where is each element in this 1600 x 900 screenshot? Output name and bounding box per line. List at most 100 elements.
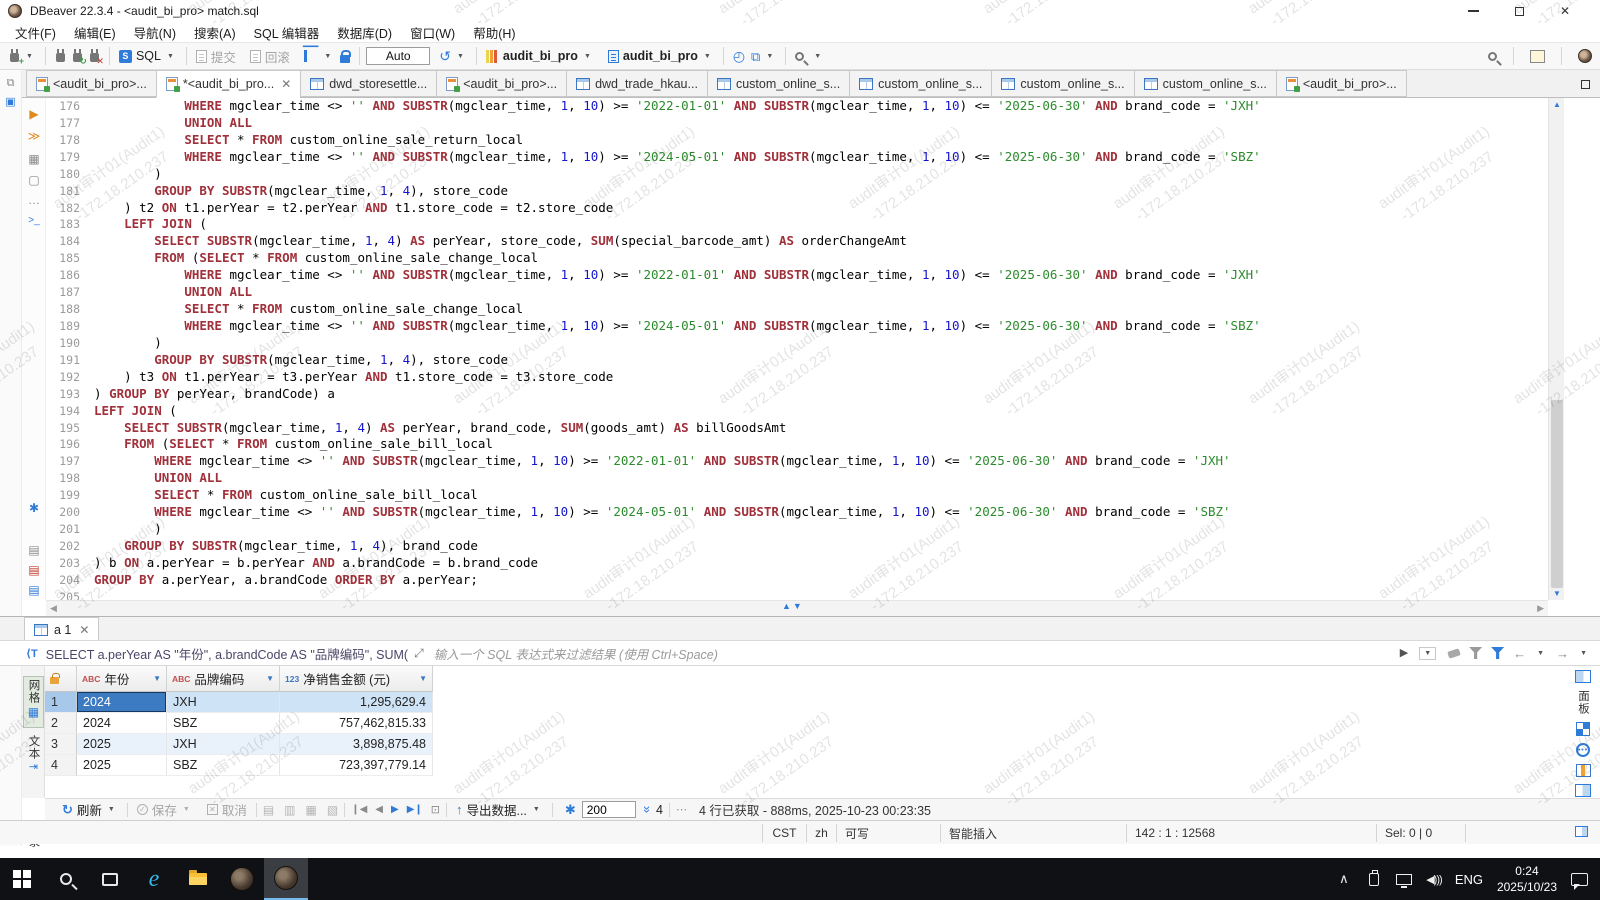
grid-cell[interactable]: 757,462,815.33 [280,713,433,734]
editor-tab[interactable]: dwd_storesettle... [300,70,436,97]
text-presentation-button[interactable]: 文本 ⇥ [23,733,44,781]
execute-statement-icon[interactable]: ▶ [22,108,46,120]
row-number-cell[interactable]: 2 [45,713,77,734]
file-explorer-icon[interactable] [176,858,220,900]
editor-tab[interactable]: *<audit_bi_pro...✕ [156,70,300,98]
task-view-icon[interactable] [88,858,132,900]
internet-explorer-icon[interactable]: e [132,858,176,900]
result-set-tab[interactable]: a 1 ✕ [24,617,99,641]
row-number-header[interactable] [45,666,77,692]
close-icon[interactable]: ✕ [79,623,89,637]
script-file-icon[interactable]: ▤ [22,544,46,556]
reconnect-button[interactable]: ↻ [69,49,86,63]
references-panel-icon[interactable] [1575,784,1591,797]
grid-cell[interactable]: 723,397,779.14 [280,755,433,776]
row-number-cell[interactable]: 3 [45,734,77,755]
column-header[interactable]: ABC年份▼ [77,666,167,692]
cancel-button[interactable]: ✕取消 [204,800,250,819]
remove-filter-icon[interactable] [1469,647,1482,659]
grid-cell[interactable]: SBZ [167,713,280,734]
open-console-icon[interactable]: >_ [22,216,46,226]
settings-gear-icon[interactable]: ✱ [22,502,46,514]
column-header[interactable]: ABC品牌编码▼ [167,666,280,692]
er-diagram-button[interactable]: ⧉▼ [748,50,779,63]
editor-tab[interactable]: <audit_bi_pro>... [436,70,566,97]
transaction-mode-combo[interactable]: Auto [366,47,430,65]
result-settings-gear-icon[interactable]: ✱ [565,803,576,816]
commit-button[interactable]: 提交 [193,47,239,66]
grid-cell[interactable]: 2024 [77,713,167,734]
action-center-icon[interactable] [1571,873,1588,886]
sash-collapse-icons[interactable]: ▲▼ [782,601,804,611]
explain-plan-icon[interactable]: ▦ [22,153,46,165]
apply-filter-icon[interactable]: ▶ [1400,648,1408,659]
save-button[interactable]: ✓保存▼ [134,800,196,819]
grid-cell[interactable]: 2025 [77,755,167,776]
grid-presentation-button[interactable]: 网格 ▦ [23,676,44,728]
statusbar-item[interactable]: 可写 [836,824,940,842]
statusbar-item[interactable]: 142 : 1 : 12568 [1126,824,1246,842]
refresh-button[interactable]: ↻刷新▼ [59,800,121,819]
clear-filter-icon[interactable] [1447,648,1461,658]
delete-row-icon[interactable]: ▦ [306,803,317,817]
analyze-icon[interactable]: ▢ [22,174,46,186]
editor-tab[interactable]: custom_online_s... [1134,70,1276,97]
language-indicator[interactable]: ENG [1449,858,1489,900]
value-viewer-icon[interactable] [1576,722,1590,736]
menu-item[interactable]: 窗口(W) [401,23,464,42]
tray-chevron-icon[interactable]: ∧ [1329,858,1359,900]
window-minimize-button[interactable] [1450,0,1496,22]
editor-tab[interactable]: <audit_bi_pro>... [1276,70,1407,97]
first-row-icon[interactable]: ❙◀ [351,804,367,815]
perspective-icon[interactable] [1530,50,1545,63]
menu-item[interactable]: 帮助(H) [464,23,524,42]
grid-cell[interactable]: 3,898,875.48 [280,734,433,755]
network-tray-icon[interactable] [1389,858,1419,900]
transaction-log-button[interactable]: ▔▔▼ [301,50,337,62]
app-icon-1[interactable] [220,858,264,900]
editor-tab[interactable]: custom_online_s... [707,70,849,97]
menu-item[interactable]: 文件(F) [6,23,65,42]
taskbar-search-icon[interactable] [44,858,88,900]
dashboard-button[interactable]: ◴ [730,49,748,63]
menu-item[interactable]: 编辑(E) [65,23,125,42]
previous-row-icon[interactable]: ◀ [375,804,383,815]
custom-filter-icon[interactable] [1491,647,1504,659]
grid-cell[interactable]: JXH [167,692,280,713]
quick-search-icon[interactable] [1488,52,1497,61]
editor-tab[interactable]: custom_online_s... [991,70,1133,97]
new-connection-button[interactable]: +▼ [6,49,39,63]
metadata-panel-icon[interactable] [1576,764,1591,777]
expand-filter-icon[interactable]: ⤢ [414,646,424,661]
window-maximize-button[interactable] [1496,0,1542,22]
filter-input[interactable]: 输入一个 SQL 表达式来过滤结果 (使用 Ctrl+Space) [434,644,1400,663]
menu-item[interactable]: SQL 编辑器 [245,23,329,42]
window-close-button[interactable]: ✕ [1542,0,1588,22]
next-row-icon[interactable]: ▶ [391,804,399,815]
statusbar-item[interactable]: zh [806,824,836,842]
volume-tray-icon[interactable]: ◀))) [1419,858,1449,900]
fetch-size-input[interactable] [582,801,636,818]
row-number-cell[interactable]: 1 [45,692,77,713]
duplicate-row-icon[interactable]: ▥ [284,803,295,817]
taskbar-clock[interactable]: 0:24 2025/10/23 [1489,863,1565,895]
column-filter-dropdown-icon[interactable]: ▼ [419,674,427,683]
result-grid[interactable]: ABC年份▼ABC品牌编码▼123净销售金额 (元)▼12024JXH1,295… [45,666,1548,798]
menu-item[interactable]: 数据库(D) [328,23,401,42]
more-actions-icon[interactable]: … [22,194,46,206]
close-icon[interactable]: ✕ [281,77,291,91]
grid-cell[interactable]: 2025 [77,734,167,755]
usb-tray-icon[interactable] [1359,858,1389,900]
grid-cell[interactable]: 2024 [77,692,167,713]
calc-panel-icon[interactable]: ••• [1576,743,1590,757]
sql-code-editor[interactable]: 176 WHERE mgclear_time <> '' AND SUBSTR(… [46,98,1548,600]
output-log-icon[interactable]: ▤ [22,584,46,596]
editor-tab[interactable]: custom_online_s... [849,70,991,97]
goto-row-icon[interactable]: ⊡ [431,803,440,816]
transaction-history-button[interactable]: ↺▼ [436,49,470,63]
start-button[interactable] [0,858,44,900]
menu-item[interactable]: 搜索(A) [185,23,245,42]
panels-icon[interactable] [1575,670,1591,683]
grid-cell[interactable]: 1,295,629.4 [280,692,433,713]
nav-forward-icon[interactable]: → [1556,647,1569,660]
